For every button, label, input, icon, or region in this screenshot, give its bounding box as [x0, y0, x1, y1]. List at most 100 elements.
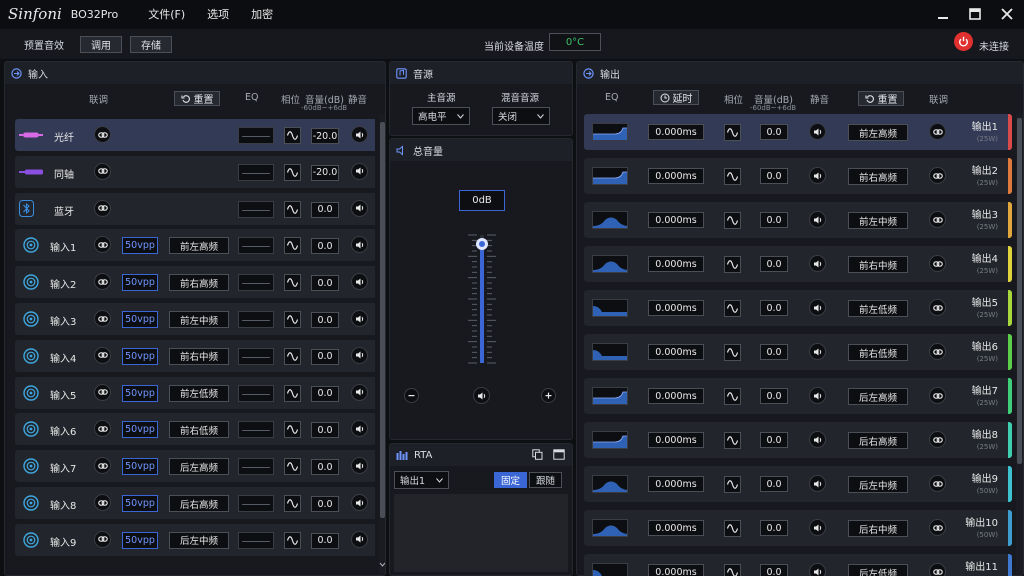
eq-button[interactable]	[238, 458, 274, 476]
channel-button[interactable]: 后右高频	[848, 432, 908, 449]
delay-value[interactable]: 0.000ms	[648, 168, 704, 184]
mute-button[interactable]	[809, 167, 826, 184]
output-eq-button[interactable]	[592, 519, 628, 537]
output-eq-button[interactable]	[592, 299, 628, 317]
link-button[interactable]	[929, 387, 946, 404]
vpp-button[interactable]: 50vpp	[122, 531, 158, 549]
output-row[interactable]: 0.000ms 0.0 前右高频 输出2 (25W)	[584, 158, 1012, 194]
volume-value[interactable]: 0.0	[760, 300, 788, 316]
eq-button[interactable]	[238, 421, 274, 439]
channel-button[interactable]: 后左高频	[169, 458, 229, 476]
input-row[interactable]: 输入2 50vpp 前右高频 0.0	[15, 266, 375, 299]
input-row[interactable]: 输入6 50vpp 前右低频 0.0	[15, 413, 375, 446]
output-scroll-thumb[interactable]	[1017, 118, 1022, 464]
phase-button[interactable]	[284, 127, 301, 144]
copy-icon[interactable]	[532, 449, 543, 460]
link-button[interactable]	[94, 457, 111, 475]
input-row[interactable]: 同轴 -20.0	[15, 155, 375, 188]
phase-button[interactable]	[724, 564, 741, 576]
eq-button[interactable]	[238, 200, 274, 218]
link-button[interactable]	[929, 123, 946, 140]
input-row[interactable]: 光纤 -20.0	[15, 119, 375, 151]
window-icon[interactable]	[553, 449, 565, 460]
maximize-button[interactable]	[964, 4, 986, 24]
volume-value[interactable]: 0.0	[760, 520, 788, 536]
mix-source-select[interactable]: 关闭	[492, 107, 550, 125]
vpp-button[interactable]: 50vpp	[122, 311, 158, 328]
volume-value[interactable]: 0.0	[311, 348, 339, 365]
input-row[interactable]: 蓝牙 0.0	[15, 192, 375, 225]
input-row[interactable]: 输入4 50vpp 前右中频 0.0	[15, 339, 375, 372]
link-button[interactable]	[929, 211, 946, 228]
link-button[interactable]	[94, 126, 111, 143]
vpp-button[interactable]: 50vpp	[122, 237, 158, 255]
vpp-button[interactable]: 50vpp	[122, 347, 158, 365]
input-row[interactable]: 输入8 50vpp 后右高频 0.0	[15, 487, 375, 519]
link-button[interactable]	[929, 475, 946, 492]
phase-button[interactable]	[284, 458, 301, 476]
menu-options[interactable]: 选项	[207, 6, 229, 22]
volume-value[interactable]: 0.0	[311, 496, 339, 512]
mute-button[interactable]	[809, 123, 826, 140]
load-preset-button[interactable]: 调用	[80, 35, 122, 53]
delay-value[interactable]: 0.000ms	[648, 344, 704, 360]
eq-button[interactable]	[238, 347, 274, 365]
input-row[interactable]: 输入7 50vpp 后左高频 0.0	[15, 450, 375, 483]
mute-button[interactable]	[351, 236, 368, 254]
phase-button[interactable]	[724, 388, 741, 405]
volume-value[interactable]: 0.0	[760, 432, 788, 448]
link-button[interactable]	[94, 530, 111, 548]
phase-button[interactable]	[724, 432, 741, 449]
channel-button[interactable]: 后左中频	[169, 531, 229, 549]
link-button[interactable]	[929, 299, 946, 316]
phase-button[interactable]	[284, 274, 301, 292]
output-row[interactable]: 0.000ms 0.0 后右中频 输出10 (50W)	[584, 510, 1012, 546]
delay-value[interactable]: 0.000ms	[648, 388, 704, 404]
mute-button[interactable]	[809, 431, 826, 448]
mute-button[interactable]	[351, 126, 368, 143]
volume-value[interactable]: 0.0	[760, 256, 788, 272]
output-row[interactable]: 0.000ms 0.0 后左高频 输出7 (25W)	[584, 378, 1012, 414]
link-button[interactable]	[94, 494, 111, 511]
volume-down-button[interactable]	[404, 388, 419, 403]
phase-button[interactable]	[724, 168, 741, 185]
channel-button[interactable]: 前左中频	[848, 212, 908, 229]
vpp-button[interactable]: 50vpp	[122, 495, 158, 512]
volume-value[interactable]: 0.0	[311, 532, 339, 549]
channel-button[interactable]: 前左低频	[169, 384, 229, 402]
mute-button[interactable]	[809, 519, 826, 536]
output-row[interactable]: 0.000ms 0.0 前左中频 输出3 (25W)	[584, 202, 1012, 238]
channel-button[interactable]: 前左中频	[169, 311, 229, 328]
link-button[interactable]	[94, 236, 111, 254]
output-eq-button[interactable]	[592, 211, 628, 229]
eq-button[interactable]	[238, 311, 274, 328]
volume-value[interactable]: 0.0	[760, 124, 788, 140]
phase-button[interactable]	[724, 256, 741, 273]
phase-button[interactable]	[284, 237, 301, 255]
volume-value[interactable]: -20.0	[311, 164, 339, 181]
phase-button[interactable]	[284, 311, 301, 328]
output-eq-button[interactable]	[592, 431, 628, 449]
link-button[interactable]	[929, 255, 946, 272]
channel-button[interactable]: 后左中频	[848, 476, 908, 493]
mute-button[interactable]	[351, 457, 368, 475]
delay-value[interactable]: 0.000ms	[648, 212, 704, 228]
main-source-select[interactable]: 高电平	[412, 107, 470, 125]
link-button[interactable]	[94, 346, 111, 364]
output-row[interactable]: 0.000ms 0.0 后右高频 输出8 (25W)	[584, 422, 1012, 458]
channel-button[interactable]: 前左高频	[848, 124, 908, 141]
volume-value[interactable]: 0.0	[760, 168, 788, 184]
phase-button[interactable]	[284, 200, 301, 218]
master-volume-slider[interactable]	[460, 225, 504, 370]
input-scrollbar[interactable]	[379, 114, 385, 574]
link-button[interactable]	[929, 343, 946, 360]
eq-button[interactable]	[238, 531, 274, 549]
vpp-button[interactable]: 50vpp	[122, 421, 158, 439]
phase-button[interactable]	[724, 124, 741, 141]
power-button[interactable]	[954, 32, 973, 51]
delay-value[interactable]: 0.000ms	[648, 124, 704, 140]
mute-button[interactable]	[809, 299, 826, 316]
link-button[interactable]	[929, 563, 946, 576]
phase-button[interactable]	[284, 531, 301, 549]
mute-button[interactable]	[809, 211, 826, 228]
